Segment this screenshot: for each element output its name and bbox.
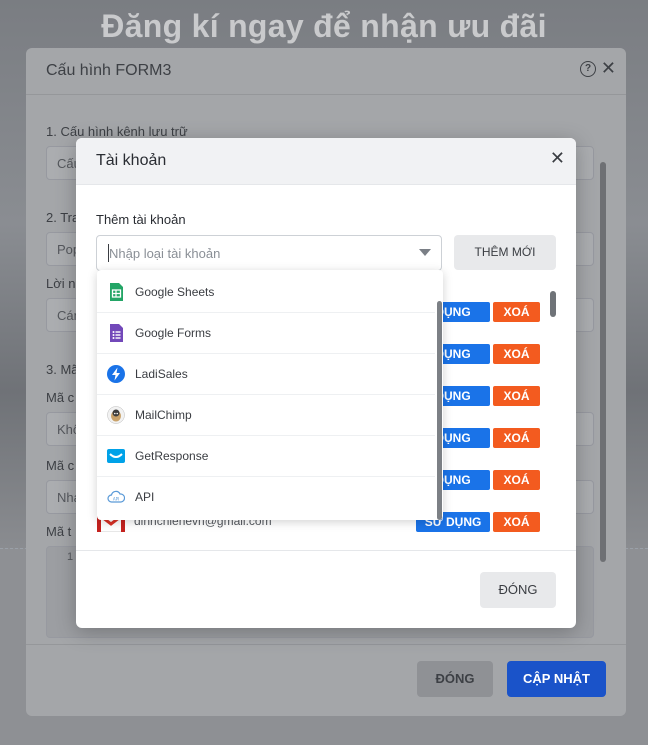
option-label: LadiSales — [135, 367, 188, 381]
option-label: Google Forms — [135, 326, 212, 340]
dropdown-option-ladisales[interactable]: LadiSales — [97, 354, 435, 395]
option-label: API — [135, 490, 155, 504]
code-label-3: Mã t — [46, 524, 72, 539]
divider — [76, 550, 576, 551]
account-modal-header: Tài khoản ✕ — [76, 138, 576, 185]
dropdown-option-google-forms[interactable]: Google Forms — [97, 313, 435, 354]
close-icon[interactable]: ✕ — [550, 149, 565, 167]
code-label-1: Mã c — [46, 390, 75, 405]
close-button[interactable]: ĐÓNG — [417, 661, 493, 697]
account-type-dropdown: Google Sheets Google Forms LadiSales Mai… — [97, 270, 443, 520]
account-type-placeholder: Nhập loại tài khoản — [109, 246, 221, 261]
section-2-label: 2. Tra — [46, 210, 80, 225]
delete-account-button[interactable]: XOÁ — [493, 470, 540, 490]
ladisales-icon — [107, 365, 125, 383]
account-list-scrollbar[interactable] — [550, 291, 556, 317]
question-circle-icon[interactable]: ? — [580, 61, 596, 77]
delete-account-button[interactable]: XOÁ — [493, 302, 540, 322]
delete-account-button[interactable]: XOÁ — [493, 386, 540, 406]
modal-scrollbar[interactable] — [600, 162, 606, 562]
update-button[interactable]: CẬP NHẬT — [507, 661, 606, 697]
close-icon[interactable]: ✕ — [601, 59, 616, 77]
delete-account-button[interactable]: XOÁ — [493, 344, 540, 364]
add-new-button[interactable]: THÊM MỚI — [454, 235, 556, 270]
close-account-modal-button[interactable]: ĐÓNG — [480, 572, 556, 608]
option-label: GetResponse — [135, 449, 209, 463]
mailchimp-icon — [107, 406, 125, 424]
api-cloud-icon: API — [107, 490, 125, 503]
dropdown-option-getresponse[interactable]: GetResponse — [97, 436, 435, 477]
dropdown-option-api[interactable]: API API — [97, 477, 435, 517]
option-label: Google Sheets — [135, 285, 215, 299]
google-sheets-icon — [110, 283, 123, 301]
delete-account-button[interactable]: XOÁ — [493, 512, 540, 532]
hero-title: Đăng kí ngay để nhận ưu đãi — [101, 8, 547, 44]
section-3-label: 3. Mã — [46, 362, 79, 377]
modal-header: Cấu hình FORM3 ? ✕ — [26, 48, 626, 95]
account-type-select[interactable]: Nhập loại tài khoản — [96, 235, 442, 271]
delete-account-button[interactable]: XOÁ — [493, 428, 540, 448]
code-line-number: 1 — [67, 551, 74, 563]
add-account-label: Thêm tài khoản — [96, 212, 186, 227]
getresponse-icon — [107, 449, 125, 463]
google-forms-icon — [110, 324, 123, 342]
option-label: MailChimp — [135, 408, 192, 422]
chevron-down-icon[interactable] — [419, 249, 431, 256]
code-label-2: Mã c — [46, 458, 75, 473]
message-label: Lời n — [46, 276, 76, 291]
svg-text:API: API — [113, 497, 119, 502]
section-storage-label: 1. Cấu hình kênh lưu trữ — [46, 124, 188, 139]
dropdown-scrollbar[interactable] — [437, 301, 442, 520]
modal-title: Cấu hình FORM3 — [46, 62, 172, 79]
dropdown-option-mailchimp[interactable]: MailChimp — [97, 395, 435, 436]
dropdown-option-google-sheets[interactable]: Google Sheets — [97, 272, 435, 313]
account-modal-title: Tài khoản — [96, 152, 167, 169]
